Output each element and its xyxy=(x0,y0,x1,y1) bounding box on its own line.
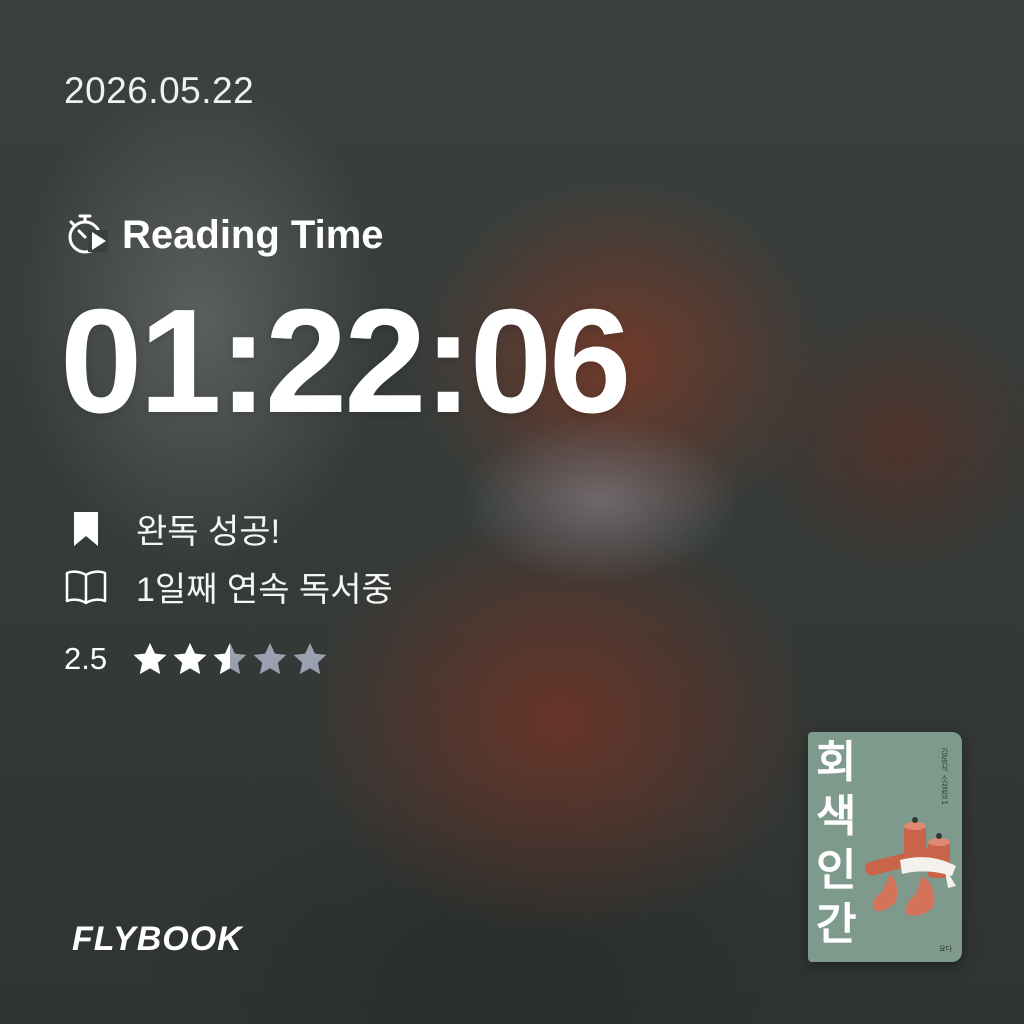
book-title-char: 색 xyxy=(816,791,857,842)
bookmark-icon xyxy=(64,507,108,551)
star-filled-icon xyxy=(171,640,209,678)
book-cover: 회 색 인 간 김동식 소설집 1 요다 xyxy=(808,732,962,962)
book-title-char: 간 xyxy=(816,899,857,950)
reading-time-label: Reading Time xyxy=(122,212,384,257)
rating: 2.5 xyxy=(64,640,329,678)
star-rating xyxy=(131,640,329,678)
date-label: 2026.05.22 xyxy=(64,70,255,111)
book-title-char: 회 xyxy=(816,737,857,788)
star-empty-icon xyxy=(251,640,289,678)
reading-time-header: Reading Time xyxy=(64,212,384,258)
star-filled-icon xyxy=(131,640,169,678)
book-title-char: 인 xyxy=(816,845,857,896)
book-publisher: 요다 xyxy=(939,946,952,953)
book-series: 김동식 소설집 1 xyxy=(940,748,949,805)
completion-text: 완독 성공! xyxy=(136,513,281,551)
rating-score: 2.5 xyxy=(64,641,108,676)
open-book-icon xyxy=(64,565,108,609)
reading-time-value: 01:22:06 xyxy=(60,279,631,444)
star-empty-icon xyxy=(291,640,329,678)
book-cover-illustration xyxy=(860,816,960,941)
brand-logo: FLYBOOK xyxy=(72,920,243,958)
book-title: 회 색 인 간 xyxy=(816,736,856,952)
reading-card: 2026.05.22 Reading Time 01:22:06 완독 성공! xyxy=(0,0,1024,1024)
stopwatch-play-icon xyxy=(64,212,110,258)
star-half-icon xyxy=(211,640,249,678)
completion-status: 완독 성공! xyxy=(64,504,280,553)
streak-text: 1일째 연속 독서중 xyxy=(136,571,393,609)
streak-status: 1일째 연속 독서중 xyxy=(64,562,393,611)
